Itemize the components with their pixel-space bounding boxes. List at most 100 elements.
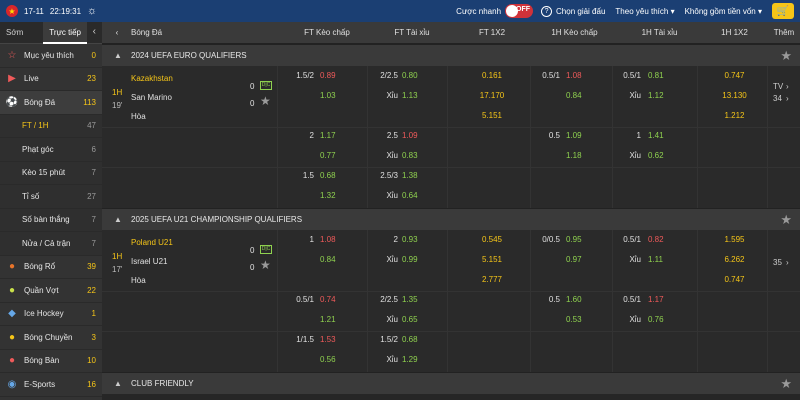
- collapse-all-icon[interactable]: ‹: [112, 22, 122, 44]
- odds-cell[interactable]: Xỉu: [617, 86, 641, 106]
- odds-cell[interactable]: Xỉu: [372, 186, 398, 206]
- odds-cell[interactable]: 1.18: [566, 146, 596, 166]
- odds-cell[interactable]: 0.80: [402, 66, 432, 86]
- sidebar-item[interactable]: ● Quần Vợt 22: [0, 279, 102, 303]
- odds-cell[interactable]: 2.5: [372, 126, 398, 146]
- sidebar-item[interactable]: ▶ Live 23: [0, 68, 102, 91]
- odds-cell[interactable]: 0.56: [320, 350, 350, 370]
- odds-cell[interactable]: 0.95: [566, 230, 596, 250]
- odds-cell[interactable]: 0.97: [566, 250, 596, 270]
- odds-cell[interactable]: 0.62: [648, 146, 678, 166]
- odds-cell[interactable]: 1.595: [702, 230, 767, 250]
- odds-cell[interactable]: 2: [282, 126, 314, 146]
- sidebar-item[interactable]: ● Bóng Bàn 10: [0, 350, 102, 373]
- odds-cell[interactable]: 0.76: [648, 310, 678, 330]
- odds-cell[interactable]: 0.5: [532, 290, 560, 310]
- odds-cell[interactable]: 0.68: [320, 166, 350, 186]
- odds-cell[interactable]: 2: [372, 230, 398, 250]
- odds-cell[interactable]: 5.151: [452, 250, 532, 270]
- odds-cell[interactable]: 1.08: [566, 66, 596, 86]
- favorite-star-icon[interactable]: ★: [780, 212, 792, 228]
- odds-cell[interactable]: 0.99: [402, 250, 432, 270]
- odds-cell[interactable]: 0.83: [402, 146, 432, 166]
- sidebar-item[interactable]: ◆ Ice Hockey 1: [0, 303, 102, 326]
- odds-cell[interactable]: 0.77: [320, 146, 350, 166]
- odds-cell[interactable]: 1.13: [402, 86, 432, 106]
- odds-cell[interactable]: Xỉu: [617, 250, 641, 270]
- odds-cell[interactable]: 1.32: [320, 186, 350, 206]
- sidebar-item[interactable]: ● Bóng Chuyền 3: [0, 326, 102, 350]
- odds-cell[interactable]: 0.81: [648, 66, 678, 86]
- sidebar-item[interactable]: Số bàn thắng 7: [0, 208, 102, 232]
- favorite-star-icon[interactable]: ★: [780, 48, 792, 64]
- odds-cell[interactable]: 0.5/1: [282, 290, 314, 310]
- odds-cell[interactable]: 1: [282, 230, 314, 250]
- chevron-up-icon[interactable]: ▲: [114, 215, 122, 224]
- odds-cell[interactable]: 0.89: [320, 66, 350, 86]
- favorite-star-icon[interactable]: ★: [780, 376, 792, 392]
- odds-cell[interactable]: 1.38: [402, 166, 432, 186]
- odds-cell[interactable]: 1: [617, 126, 641, 146]
- odds-cell[interactable]: 1.09: [402, 126, 432, 146]
- chevron-up-icon[interactable]: ▲: [114, 379, 122, 388]
- odds-cell[interactable]: Xỉu: [372, 86, 398, 106]
- odds-cell[interactable]: 0/0.5: [532, 230, 560, 250]
- odds-cell[interactable]: 1.03: [320, 86, 350, 106]
- odds-cell[interactable]: 0.65: [402, 310, 432, 330]
- odds-cell[interactable]: 6.262: [702, 250, 767, 270]
- league-header[interactable]: ▲ CLUB FRIENDLY ★: [102, 372, 800, 394]
- odds-cell[interactable]: 13.130: [702, 86, 767, 106]
- odds-cell[interactable]: Xỉu: [617, 310, 641, 330]
- odds-cell[interactable]: 5.151: [452, 106, 532, 126]
- odds-cell[interactable]: 1.5/2: [372, 330, 398, 350]
- odds-cell[interactable]: 17.170: [452, 86, 532, 106]
- odds-cell[interactable]: 0.5/1: [617, 290, 641, 310]
- sidebar-item[interactable]: ◉ E-Sports 16: [0, 373, 102, 397]
- sidebar-item[interactable]: ⚽ Bóng Đá 113: [0, 91, 102, 115]
- odds-cell[interactable]: 1.53: [320, 330, 350, 350]
- collapse-sidebar-icon[interactable]: ‹: [93, 26, 96, 37]
- odds-cell[interactable]: 1.41: [648, 126, 678, 146]
- quick-bet-toggle[interactable]: OFF: [505, 4, 534, 18]
- odds-cell[interactable]: 1.11: [648, 250, 678, 270]
- odds-cell[interactable]: Xỉu: [372, 310, 398, 330]
- help-icon[interactable]: ?: [541, 5, 553, 17]
- odds-cell[interactable]: 1.35: [402, 290, 432, 310]
- odds-cell[interactable]: 0.747: [702, 66, 767, 86]
- odds-cell[interactable]: Xỉu: [372, 250, 398, 270]
- odds-cell[interactable]: 0.93: [402, 230, 432, 250]
- odds-cell[interactable]: 0.5/1: [617, 66, 641, 86]
- sidebar-item[interactable]: Phạt góc 6: [0, 138, 102, 162]
- sidebar-item[interactable]: Nửa / Cả trận 7: [0, 232, 102, 256]
- odds-cell[interactable]: 0.545: [452, 230, 532, 250]
- odds-cell[interactable]: 0.5/1: [532, 66, 560, 86]
- bet-slip-cart-icon[interactable]: 🛒: [772, 3, 794, 19]
- odds-cell[interactable]: 1.12: [648, 86, 678, 106]
- odds-cell[interactable]: Xỉu: [617, 146, 641, 166]
- odds-cell[interactable]: 1.09: [566, 126, 596, 146]
- odds-cell[interactable]: 1.17: [320, 126, 350, 146]
- sidebar-item[interactable]: ☆ Mục yêu thích 0: [0, 44, 102, 68]
- odds-cell[interactable]: 0.5/1: [617, 230, 641, 250]
- odds-cell[interactable]: 0.161: [452, 66, 532, 86]
- odds-cell[interactable]: Xỉu: [372, 350, 398, 370]
- odds-cell[interactable]: 0.84: [320, 250, 350, 270]
- odds-cell[interactable]: [282, 86, 314, 106]
- odds-cell[interactable]: 0.64: [402, 186, 432, 206]
- odds-cell[interactable]: 2/2.5: [372, 290, 398, 310]
- odds-cell[interactable]: 0.747: [702, 270, 767, 290]
- select-league-button[interactable]: Chọn giải đấu: [556, 7, 605, 16]
- vietnam-flag-icon[interactable]: ★: [6, 5, 18, 17]
- odds-cell[interactable]: 1.21: [320, 310, 350, 330]
- theme-sun-icon[interactable]: ☼: [87, 5, 97, 17]
- odds-cell[interactable]: 2.5/3: [372, 166, 398, 186]
- league-header[interactable]: ▲ 2025 UEFA U21 CHAMPIONSHIP QUALIFIERS ★: [102, 208, 800, 230]
- odds-cell[interactable]: 0.53: [566, 310, 596, 330]
- odds-cell[interactable]: 0.82: [648, 230, 678, 250]
- capital-filter-dropdown[interactable]: Không gồm tiền vốn ▾: [685, 7, 762, 16]
- sidebar-item[interactable]: Kèo 15 phút 7: [0, 161, 102, 185]
- odds-cell[interactable]: 1.08: [320, 230, 350, 250]
- sidebar-item[interactable]: ● Bóng Rổ 39: [0, 256, 102, 279]
- sidebar-item[interactable]: Tỉ số 27: [0, 185, 102, 209]
- odds-cell[interactable]: 0.68: [402, 330, 432, 350]
